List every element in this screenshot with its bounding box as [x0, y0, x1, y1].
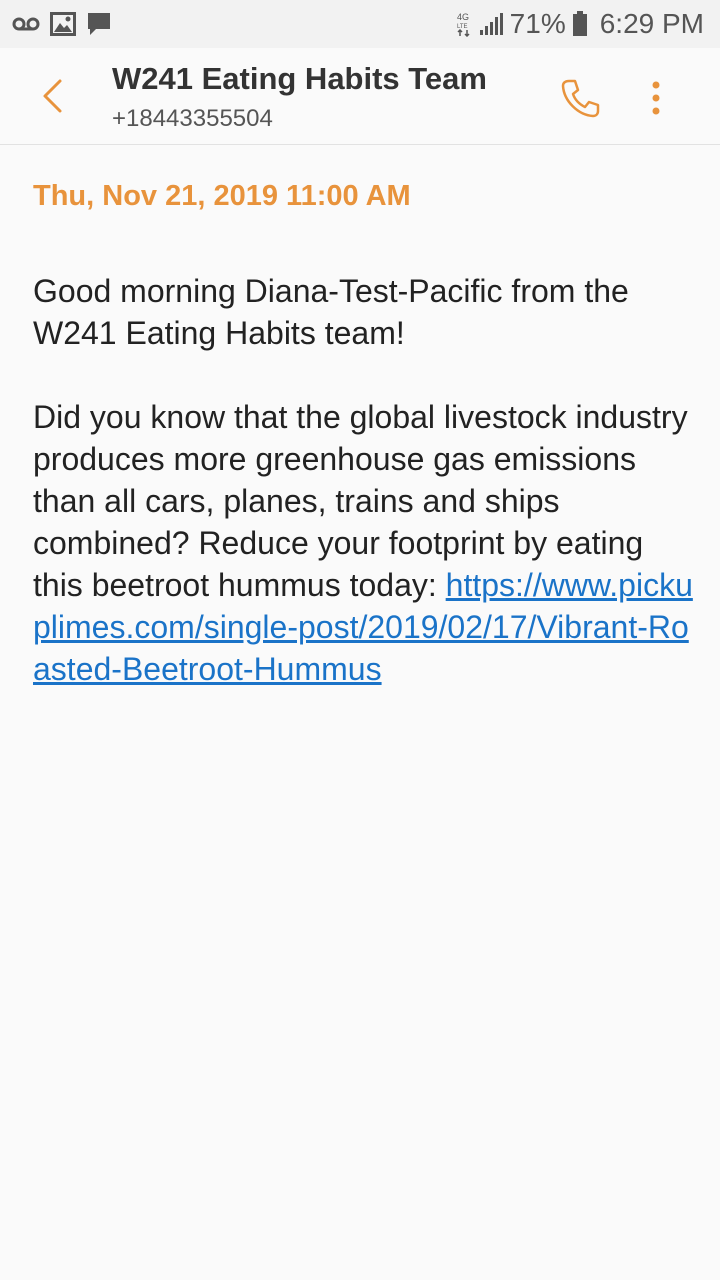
contact-number: +18443355504 [112, 105, 273, 132]
contact-name: W241 Eating Habits Team [112, 61, 487, 96]
back-arrow-icon [40, 78, 64, 114]
contact-info[interactable]: W241 Eating Habits Team +18443355504 [112, 60, 487, 136]
battery-percent: 71% [509, 8, 566, 39]
data-4g-icon: 4G LTE [456, 11, 472, 37]
back-button[interactable] [24, 68, 80, 124]
message-timestamp: Thu, Nov 21, 2019 11:00 AM [33, 180, 411, 212]
status-bar: 4G LTE 71% 6:29 PM [0, 0, 720, 48]
image-icon [50, 12, 76, 36]
signal-icon [478, 12, 504, 36]
battery-icon [572, 11, 588, 37]
message-bubble[interactable]: Good morning Diana-Test-Pacific from the… [33, 270, 693, 690]
more-vert-icon [651, 80, 661, 116]
voicemail-icon [12, 16, 40, 32]
message-body-paragraph: Did you know that the global livestock i… [33, 396, 693, 690]
message-icon [86, 11, 112, 37]
more-options-button[interactable] [636, 72, 676, 124]
phone-icon [559, 77, 601, 119]
svg-text:LTE: LTE [457, 24, 468, 30]
call-button[interactable] [554, 72, 606, 124]
clock: 6:29 PM [599, 8, 704, 39]
notification-icons [12, 11, 112, 37]
system-indicators: 4G LTE 71% 6:29 PM [456, 8, 704, 40]
svg-text:4G: 4G [457, 12, 469, 22]
message-greeting: Good morning Diana-Test-Pacific from the… [33, 273, 629, 351]
conversation-header: W241 Eating Habits Team +18443355504 [0, 48, 720, 145]
